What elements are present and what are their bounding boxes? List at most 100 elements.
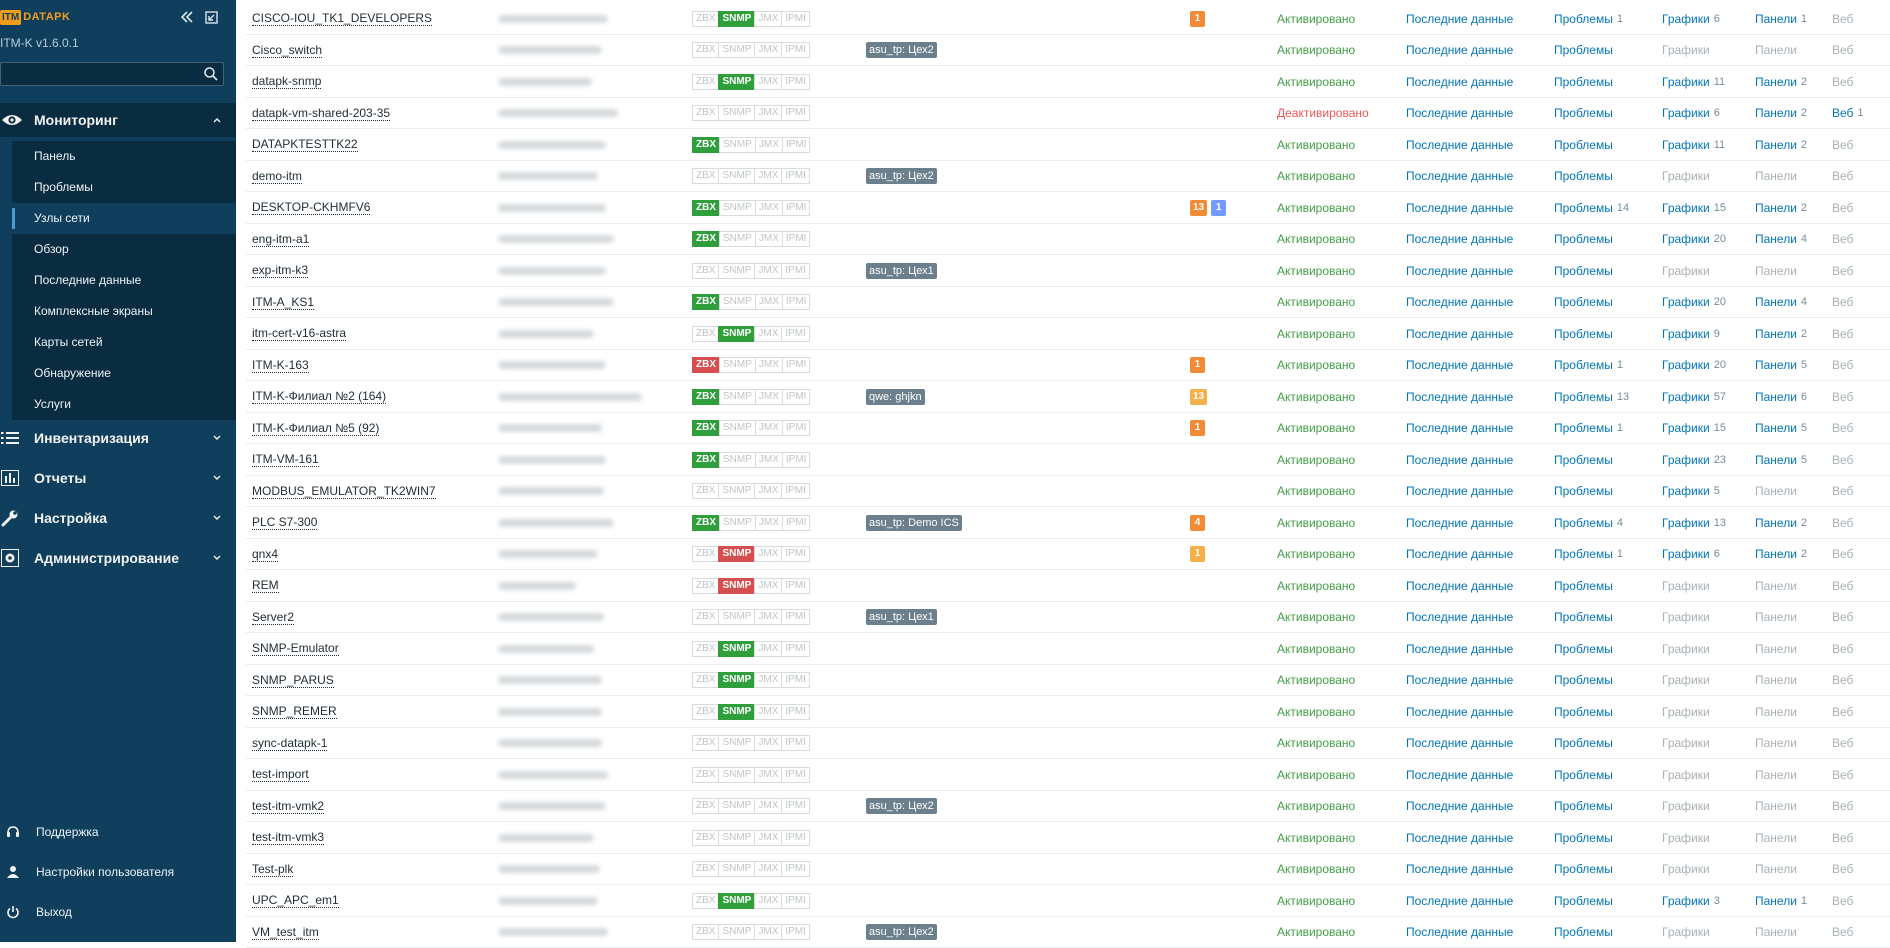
problems-link[interactable]: Проблемы [1554,925,1613,939]
dashboards-link[interactable]: Панели [1755,894,1797,908]
graphs-link[interactable]: Графики [1662,831,1710,845]
dashboards-link[interactable]: Панели [1755,579,1797,593]
graphs-link[interactable]: Графики [1662,516,1710,530]
problems-link[interactable]: Проблемы [1554,421,1613,435]
latest-data-link[interactable]: Последние данные [1406,516,1513,530]
menu-monitoring[interactable]: Мониторинг [0,103,236,137]
graphs-link[interactable]: Графики [1662,295,1710,309]
latest-data-link[interactable]: Последние данные [1406,453,1513,467]
latest-data-link[interactable]: Последние данные [1406,201,1513,215]
host-name-link[interactable]: ITM-A_KS1 [252,295,314,310]
problems-link[interactable]: Проблемы [1554,264,1613,278]
problems-link[interactable]: Проблемы [1554,138,1613,152]
latest-data-link[interactable]: Последние данные [1406,862,1513,876]
sidebar-item-overview[interactable]: Обзор [12,234,236,265]
problem-severity-badge[interactable]: 13 [1190,200,1207,216]
host-name-link[interactable]: ITM-VM-161 [252,452,319,467]
problems-link[interactable]: Проблемы [1554,295,1613,309]
logo[interactable]: ITM DATAPK [0,8,70,26]
host-name-link[interactable]: eng-itm-a1 [252,232,309,247]
problems-link[interactable]: Проблемы [1554,673,1613,687]
graphs-link[interactable]: Графики [1662,169,1710,183]
web-link[interactable]: Веб [1832,138,1853,152]
host-name-link[interactable]: datapk-snmp [252,74,321,89]
menu-reports[interactable]: Отчеты [0,461,236,495]
graphs-link[interactable]: Графики [1662,610,1710,624]
latest-data-link[interactable]: Последние данные [1406,12,1513,26]
dashboards-link[interactable]: Панели [1755,264,1797,278]
latest-data-link[interactable]: Последние данные [1406,799,1513,813]
latest-data-link[interactable]: Последние данные [1406,43,1513,57]
graphs-link[interactable]: Графики [1662,232,1710,246]
host-name-link[interactable]: UPC_APC_em1 [252,893,339,908]
dashboards-link[interactable]: Панели [1755,673,1797,687]
dashboards-link[interactable]: Панели [1755,862,1797,876]
graphs-link[interactable]: Графики [1662,673,1710,687]
problem-severity-badge[interactable]: 1 [1190,546,1205,562]
host-name-link[interactable]: DESKTOP-CKHMFV6 [252,200,370,215]
latest-data-link[interactable]: Последние данные [1406,169,1513,183]
problems-link[interactable]: Проблемы [1554,610,1613,624]
graphs-link[interactable]: Графики [1662,705,1710,719]
web-link[interactable]: Веб [1832,673,1853,687]
host-status-toggle[interactable]: Активировано [1277,201,1355,215]
host-status-toggle[interactable]: Активировано [1277,390,1355,404]
web-link[interactable]: Веб [1832,736,1853,750]
sidebar-item-problems[interactable]: Проблемы [12,172,236,203]
user-settings-link[interactable]: Настройки пользователя [0,857,236,887]
problem-severity-badge[interactable]: 1 [1190,420,1205,436]
dashboards-link[interactable]: Панели [1755,925,1797,939]
host-status-toggle[interactable]: Активировано [1277,831,1355,845]
problems-link[interactable]: Проблемы [1554,894,1613,908]
latest-data-link[interactable]: Последние данные [1406,295,1513,309]
latest-data-link[interactable]: Последние данные [1406,768,1513,782]
latest-data-link[interactable]: Последние данные [1406,106,1513,120]
dashboards-link[interactable]: Панели [1755,610,1797,624]
host-status-toggle[interactable]: Активировано [1277,264,1355,278]
web-link[interactable]: Веб [1832,516,1853,530]
dashboards-link[interactable]: Панели [1755,201,1797,215]
problems-link[interactable]: Проблемы [1554,75,1613,89]
host-name-link[interactable]: itm-cert-v16-astra [252,326,346,341]
host-name-link[interactable]: test-itm-vmk2 [252,799,324,814]
web-link[interactable]: Веб [1832,327,1853,341]
dashboards-link[interactable]: Панели [1755,768,1797,782]
web-link[interactable]: Веб [1832,894,1853,908]
web-link[interactable]: Веб [1832,75,1853,89]
host-status-toggle[interactable]: Активировано [1277,736,1355,750]
host-name-link[interactable]: SNMP_REMER [252,704,337,719]
web-link[interactable]: Веб [1832,390,1853,404]
problems-link[interactable]: Проблемы [1554,547,1613,561]
graphs-link[interactable]: Графики [1662,894,1710,908]
web-link[interactable]: Веб [1832,421,1853,435]
dashboards-link[interactable]: Панели [1755,453,1797,467]
dashboards-link[interactable]: Панели [1755,484,1797,498]
graphs-link[interactable]: Графики [1662,264,1710,278]
graphs-link[interactable]: Графики [1662,12,1710,26]
graphs-link[interactable]: Графики [1662,799,1710,813]
problems-link[interactable]: Проблемы [1554,358,1613,372]
graphs-link[interactable]: Графики [1662,138,1710,152]
problems-link[interactable]: Проблемы [1554,736,1613,750]
web-link[interactable]: Веб [1832,547,1853,561]
dashboards-link[interactable]: Панели [1755,390,1797,404]
web-link[interactable]: Веб [1832,106,1853,120]
latest-data-link[interactable]: Последние данные [1406,894,1513,908]
latest-data-link[interactable]: Последние данные [1406,547,1513,561]
dashboards-link[interactable]: Панели [1755,232,1797,246]
host-name-link[interactable]: CISCO-IOU_TK1_DEVELOPERS [252,11,432,26]
problem-severity-badge[interactable]: 4 [1190,515,1205,531]
host-name-link[interactable]: DATAPKTESTTK22 [252,137,358,152]
host-status-toggle[interactable]: Активировано [1277,799,1355,813]
problems-link[interactable]: Проблемы [1554,831,1613,845]
web-link[interactable]: Веб [1832,232,1853,246]
latest-data-link[interactable]: Последние данные [1406,232,1513,246]
graphs-link[interactable]: Графики [1662,358,1710,372]
host-name-link[interactable]: PLC S7-300 [252,515,317,530]
problems-link[interactable]: Проблемы [1554,327,1613,341]
dashboards-link[interactable]: Панели [1755,12,1797,26]
problems-link[interactable]: Проблемы [1554,43,1613,57]
logout-link[interactable]: Выход [0,897,236,927]
latest-data-link[interactable]: Последние данные [1406,484,1513,498]
dashboards-link[interactable]: Панели [1755,799,1797,813]
